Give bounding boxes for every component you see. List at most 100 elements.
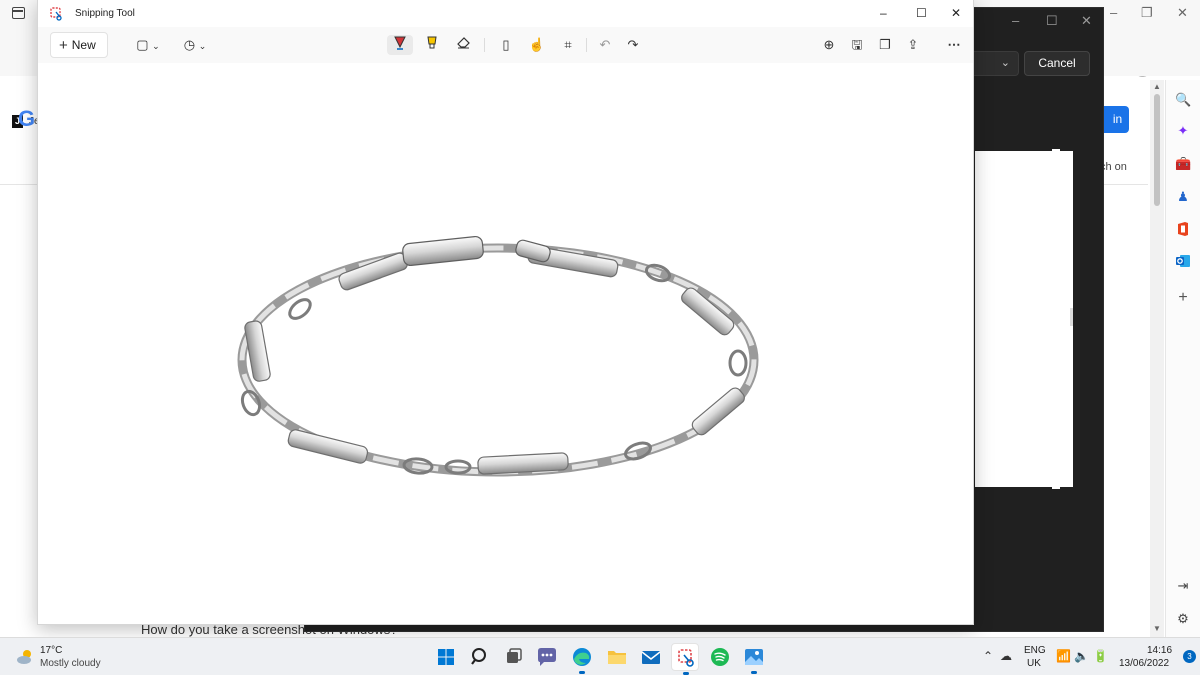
see-more-icon[interactable]: ⋯ [943,35,965,55]
teams-chat-button[interactable] [533,643,561,671]
minimize-icon[interactable]: – [1110,5,1117,20]
clock-date[interactable]: 13/06/2022 [1119,658,1169,669]
task-view-icon [507,648,522,663]
ruler-button[interactable]: ▯ [496,35,516,55]
title-bar: Snipping Tool – ☐ ✕ [38,0,973,27]
edge-button[interactable] [568,643,596,674]
crop-handle-top-right[interactable] [1052,149,1060,157]
add-icon[interactable]: + [1175,290,1191,306]
undo-icon[interactable]: ↶ [595,35,615,55]
snip-mode-dropdown[interactable]: ▢ ⌄ [133,35,163,55]
mail-button[interactable] [637,643,665,671]
share-icon[interactable]: ⇪ [903,35,923,55]
bracelet-image [237,235,759,477]
eraser-button[interactable] [452,35,474,55]
task-view-button[interactable] [499,643,527,671]
file-explorer-button[interactable] [603,643,631,671]
close-icon[interactable]: ✕ [1177,5,1188,21]
highlighter-icon [427,36,437,49]
outlook-icon[interactable] [1175,254,1191,270]
shopping-icon[interactable]: 🧰 [1175,156,1191,172]
mail-icon [641,651,661,664]
weather-cloud-icon[interactable] [15,647,35,667]
search-icon [471,648,486,665]
taskbar: 17°C Mostly cloudy ⌃ ☁ ENG UK 📶 🔈 🔋 14:1… [0,637,1200,675]
chevron-down-icon: ⌄ [198,41,207,51]
office-icon[interactable] [1175,221,1191,237]
eraser-icon [456,37,470,49]
cancel-button[interactable]: Cancel [1024,51,1090,76]
new-snip-button[interactable]: + New [50,32,108,58]
spotify-icon [711,648,729,666]
running-indicator [579,671,585,674]
snipping-tool-window: Snipping Tool – ☐ ✕ + New ▢ ⌄ ◷ ⌄ ▯ ☝ ⌗ ↶… [37,0,974,625]
close-icon[interactable]: ✕ [951,6,961,20]
input-language[interactable]: ENG [1024,645,1046,656]
snip-canvas[interactable] [38,63,973,624]
page-scrollbar[interactable]: ▲ ▼ [1150,80,1164,637]
scroll-down-icon[interactable]: ▼ [1153,624,1161,633]
teams-icon [538,648,556,666]
touch-writing-button[interactable]: ☝ [527,35,547,55]
restore-icon[interactable]: ❐ [1141,5,1153,21]
input-region[interactable]: UK [1027,658,1041,669]
onedrive-cloud-icon[interactable]: ☁ [1000,649,1012,663]
new-button-label: New [71,38,96,52]
games-icon[interactable]: ♟ [1175,189,1191,205]
start-icon [438,649,454,665]
copy-icon[interactable]: ❐ [875,35,895,55]
toolbar-divider [484,38,485,52]
toolbar-divider [586,38,587,52]
running-indicator [751,671,757,674]
spotify-button[interactable] [706,643,734,671]
delay-dropdown[interactable]: ◷ ⌄ [179,35,211,55]
snipping-tool-icon [678,649,694,667]
highlighter-button[interactable] [421,35,443,55]
chevron-down-icon: ⌄ [1000,57,1010,69]
show-hidden-icons-chevron-icon[interactable]: ⌃ [983,649,993,663]
scrollbar-thumb[interactable] [1154,94,1160,206]
plus-icon: + [59,37,68,54]
discover-icon[interactable]: ✦ [1175,123,1191,139]
search-snippet-text: ch on [1100,161,1127,173]
volume-icon[interactable]: 🔈 [1074,649,1089,663]
chevron-down-icon: ⌄ [152,41,160,51]
crop-handle-right[interactable] [1070,308,1073,326]
maximize-icon[interactable]: ☐ [916,6,927,20]
wifi-icon[interactable]: 📶 [1056,649,1071,663]
clock-time[interactable]: 14:16 [1147,645,1172,656]
weather-condition[interactable]: Mostly cloudy [40,658,101,669]
tab-actions-icon[interactable] [12,7,25,19]
weather-temp[interactable]: 17°C [40,645,62,656]
window-title: Snipping Tool [75,8,135,19]
mode-dropdown[interactable]: ⌄ [967,51,1019,76]
capture-preview [975,151,1073,487]
minimize-icon[interactable]: – [1012,13,1019,28]
notification-badge[interactable]: 3 [1183,650,1196,663]
hide-sidebar-icon[interactable]: ⇥ [1175,578,1191,594]
file-explorer-icon [608,651,626,664]
start-button[interactable] [432,643,460,671]
close-icon[interactable]: ✕ [1081,13,1092,29]
edge-sidebar: 🔍 ✦ 🧰 ♟ + ⇥ ⚙ [1165,80,1200,637]
zoom-icon[interactable]: ⊕ [819,35,839,55]
minimize-icon[interactable]: – [880,6,887,20]
redo-icon[interactable]: ↷ [623,35,643,55]
search-icon[interactable]: 🔍 [1175,92,1191,108]
ballpoint-pen-button[interactable] [387,35,413,55]
battery-icon[interactable]: 🔋 [1093,649,1108,663]
pen-icon [394,36,406,50]
settings-gear-icon[interactable]: ⚙ [1175,611,1191,627]
taskbar-search-button[interactable] [466,643,494,671]
photos-icon [745,649,763,665]
snipping-tool-app-icon [50,7,62,21]
scroll-up-icon[interactable]: ▲ [1153,82,1161,91]
photos-button[interactable] [740,643,768,674]
snipping-tool-taskbar-button[interactable] [671,643,699,675]
crop-button[interactable]: ⌗ [558,35,578,55]
google-logo[interactable]: G [18,106,35,132]
save-icon[interactable]: 🖫 [847,35,867,55]
crop-handle-bottom-right[interactable] [1052,481,1060,489]
edge-icon [573,648,591,666]
maximize-icon[interactable]: ☐ [1046,13,1058,29]
